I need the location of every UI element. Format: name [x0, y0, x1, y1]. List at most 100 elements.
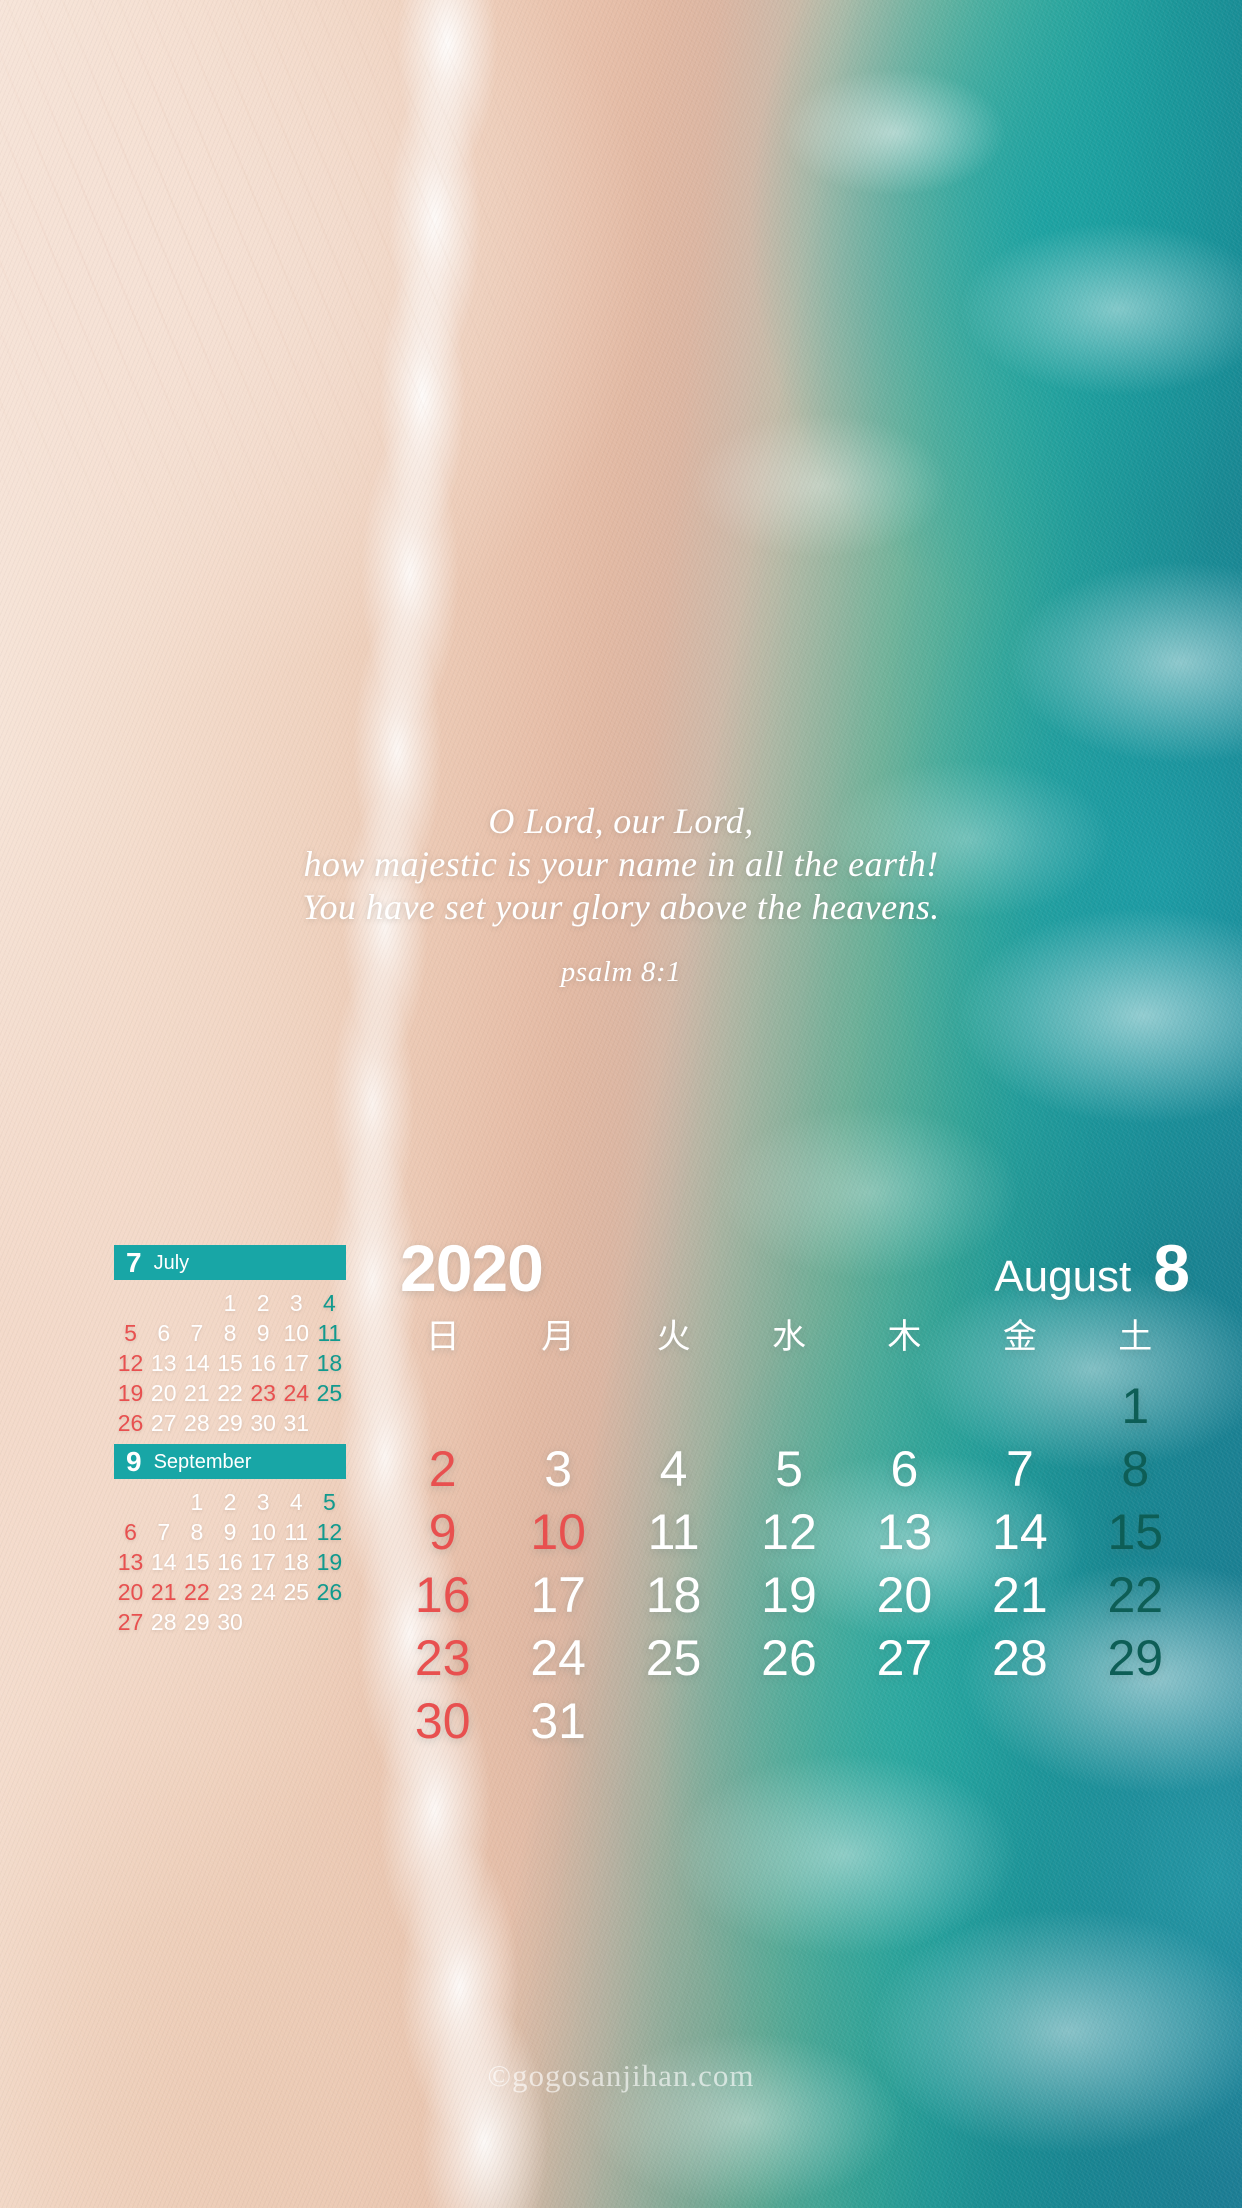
august-day-17[interactable]: 17	[500, 1564, 615, 1627]
september-day-28[interactable]: 28	[147, 1608, 180, 1637]
august-day-11[interactable]: 11	[616, 1501, 731, 1564]
august-day-24[interactable]: 24	[500, 1627, 615, 1690]
august-day-27[interactable]: 27	[847, 1627, 962, 1690]
july-day-7[interactable]: 7	[180, 1319, 213, 1348]
july-day-27[interactable]: 27	[147, 1409, 180, 1438]
july-day-21[interactable]: 21	[180, 1379, 213, 1408]
july-day-23[interactable]: 23	[247, 1379, 280, 1408]
august-day-12[interactable]: 12	[731, 1501, 846, 1564]
september-empty-cell	[313, 1608, 346, 1637]
august-day-26[interactable]: 26	[731, 1627, 846, 1690]
august-day-3[interactable]: 3	[500, 1438, 615, 1501]
september-day-30[interactable]: 30	[213, 1608, 246, 1637]
july-day-28[interactable]: 28	[180, 1409, 213, 1438]
mini-month-july: 7 July 1 2 3 4 5 6 7 8 9 10 11 12 13 14 15 16 17 18 19 20 21…	[114, 1245, 346, 1438]
august-day-2[interactable]: 2	[385, 1438, 500, 1501]
july-day-16[interactable]: 16	[247, 1349, 280, 1378]
september-day-27[interactable]: 27	[114, 1608, 147, 1637]
july-day-9[interactable]: 9	[247, 1319, 280, 1348]
july-day-26[interactable]: 26	[114, 1409, 147, 1438]
july-day-8[interactable]: 8	[213, 1319, 246, 1348]
august-day-8[interactable]: 8	[1078, 1438, 1193, 1501]
september-day-23[interactable]: 23	[213, 1578, 246, 1607]
september-day-21[interactable]: 21	[147, 1578, 180, 1607]
september-day-3[interactable]: 3	[247, 1488, 280, 1517]
august-day-10[interactable]: 10	[500, 1501, 615, 1564]
september-day-17[interactable]: 17	[247, 1548, 280, 1577]
august-day-9[interactable]: 9	[385, 1501, 500, 1564]
september-day-2[interactable]: 2	[213, 1488, 246, 1517]
july-day-4[interactable]: 4	[313, 1289, 346, 1318]
august-day-14[interactable]: 14	[962, 1501, 1077, 1564]
august-day-18[interactable]: 18	[616, 1564, 731, 1627]
september-day-19[interactable]: 19	[313, 1548, 346, 1577]
july-day-22[interactable]: 22	[213, 1379, 246, 1408]
september-day-12[interactable]: 12	[313, 1518, 346, 1547]
august-day-6[interactable]: 6	[847, 1438, 962, 1501]
august-day-19[interactable]: 19	[731, 1564, 846, 1627]
july-day-15[interactable]: 15	[213, 1349, 246, 1378]
july-day-18[interactable]: 18	[313, 1349, 346, 1378]
august-day-21[interactable]: 21	[962, 1564, 1077, 1627]
september-day-26[interactable]: 26	[313, 1578, 346, 1607]
september-day-24[interactable]: 24	[247, 1578, 280, 1607]
july-day-2[interactable]: 2	[247, 1289, 280, 1318]
september-day-10[interactable]: 10	[247, 1518, 280, 1547]
september-day-29[interactable]: 29	[180, 1608, 213, 1637]
july-day-17[interactable]: 17	[280, 1349, 313, 1378]
site-watermark: ©gogosanjihan.com	[487, 2058, 755, 2093]
august-day-13[interactable]: 13	[847, 1501, 962, 1564]
july-day-30[interactable]: 30	[247, 1409, 280, 1438]
verse-line-1: O Lord, our Lord,	[488, 801, 754, 841]
weekday-header-0: 日	[425, 1318, 460, 1356]
july-empty-cell	[313, 1409, 346, 1438]
july-day-1[interactable]: 1	[213, 1289, 246, 1318]
august-day-31[interactable]: 31	[500, 1690, 615, 1753]
august-day-15[interactable]: 15	[1078, 1501, 1193, 1564]
september-day-5[interactable]: 5	[313, 1488, 346, 1517]
september-day-7[interactable]: 7	[147, 1518, 180, 1547]
august-day-29[interactable]: 29	[1078, 1627, 1193, 1690]
september-day-1[interactable]: 1	[180, 1488, 213, 1517]
july-day-6[interactable]: 6	[147, 1319, 180, 1348]
july-day-31[interactable]: 31	[280, 1409, 313, 1438]
august-day-1[interactable]: 1	[1078, 1375, 1193, 1438]
september-day-22[interactable]: 22	[180, 1578, 213, 1607]
august-day-20[interactable]: 20	[847, 1564, 962, 1627]
september-day-13[interactable]: 13	[114, 1548, 147, 1577]
july-day-5[interactable]: 5	[114, 1319, 147, 1348]
august-day-22[interactable]: 22	[1078, 1564, 1193, 1627]
july-day-3[interactable]: 3	[280, 1289, 313, 1318]
july-day-24[interactable]: 24	[280, 1379, 313, 1408]
july-day-13[interactable]: 13	[147, 1349, 180, 1378]
september-day-15[interactable]: 15	[180, 1548, 213, 1577]
august-day-5[interactable]: 5	[731, 1438, 846, 1501]
september-day-18[interactable]: 18	[280, 1548, 313, 1577]
july-day-25[interactable]: 25	[313, 1379, 346, 1408]
september-day-25[interactable]: 25	[280, 1578, 313, 1607]
september-day-8[interactable]: 8	[180, 1518, 213, 1547]
july-day-29[interactable]: 29	[213, 1409, 246, 1438]
july-day-11[interactable]: 11	[313, 1319, 346, 1348]
september-day-14[interactable]: 14	[147, 1548, 180, 1577]
august-day-23[interactable]: 23	[385, 1627, 500, 1690]
september-day-9[interactable]: 9	[213, 1518, 246, 1547]
september-day-16[interactable]: 16	[213, 1548, 246, 1577]
july-day-10[interactable]: 10	[280, 1319, 313, 1348]
july-day-20[interactable]: 20	[147, 1379, 180, 1408]
august-day-30[interactable]: 30	[385, 1690, 500, 1753]
august-day-4[interactable]: 4	[616, 1438, 731, 1501]
september-day-11[interactable]: 11	[280, 1518, 313, 1547]
august-day-25[interactable]: 25	[616, 1627, 731, 1690]
mini-month-september-header: 9 September	[114, 1444, 346, 1479]
july-day-12[interactable]: 12	[114, 1349, 147, 1378]
september-day-6[interactable]: 6	[114, 1518, 147, 1547]
august-day-16[interactable]: 16	[385, 1564, 500, 1627]
august-day-28[interactable]: 28	[962, 1627, 1077, 1690]
august-day-7[interactable]: 7	[962, 1438, 1077, 1501]
september-day-4[interactable]: 4	[280, 1488, 313, 1517]
july-day-19[interactable]: 19	[114, 1379, 147, 1408]
september-day-20[interactable]: 20	[114, 1578, 147, 1607]
august-empty-cell	[962, 1690, 1077, 1753]
july-day-14[interactable]: 14	[180, 1349, 213, 1378]
